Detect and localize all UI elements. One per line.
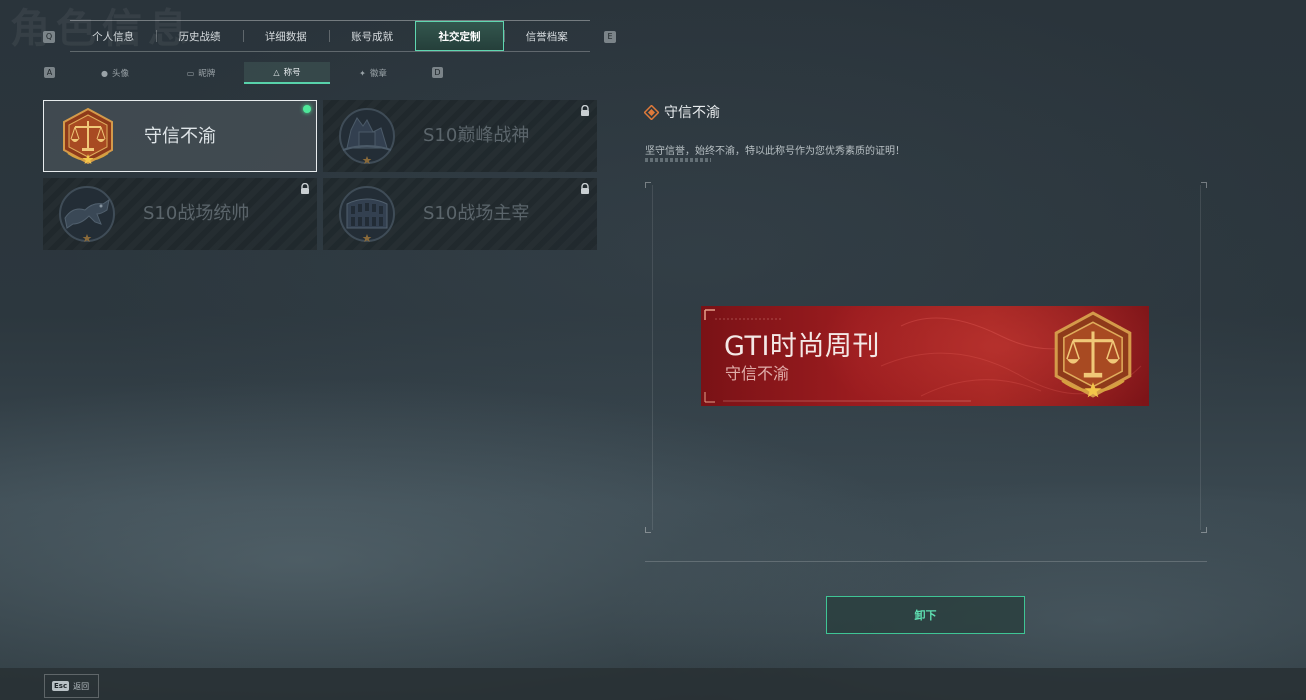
- title-diamond-icon: [644, 104, 659, 120]
- preview-frame-right: [1200, 185, 1201, 530]
- subtab-title[interactable]: △ 称号: [244, 62, 330, 84]
- tab-reputation[interactable]: 信誉档案: [503, 21, 590, 51]
- unequip-button[interactable]: 卸下: [826, 596, 1025, 634]
- badge-icon: ✦: [359, 68, 366, 78]
- subtab-badge-label: 徽章: [369, 69, 387, 79]
- preview-frame-left: [652, 185, 653, 530]
- esc-key-icon: Esc: [52, 681, 70, 691]
- title-card-s10-dominator[interactable]: S10战场主宰: [323, 178, 597, 250]
- tab-achievements[interactable]: 账号成就: [328, 21, 415, 51]
- title-card-label: 守信不渝: [144, 126, 216, 147]
- next-subtab-key-hint[interactable]: D: [432, 67, 443, 78]
- description-divider: [645, 158, 711, 162]
- preview-frame-bottom: [645, 561, 1207, 562]
- title-card-label: S10巅峰战神: [423, 125, 530, 146]
- tab-match-history[interactable]: 历史战绩: [156, 21, 242, 51]
- subtab-title-label: 称号: [283, 68, 301, 78]
- next-tab-key-hint[interactable]: E: [604, 31, 616, 43]
- tab-personal-info[interactable]: 个人信息: [70, 21, 156, 51]
- subtab-nameplate-label: 昵牌: [198, 69, 216, 79]
- colosseum-emblem-icon: [339, 186, 395, 242]
- nameplate-icon: ▭: [186, 68, 195, 78]
- frame-corner: [1201, 182, 1207, 188]
- title-card-s10-peak-warrior[interactable]: S10巅峰战神: [323, 100, 597, 172]
- title-card-s10-commander[interactable]: S10战场统帅: [43, 178, 317, 250]
- lock-icon: [581, 183, 589, 194]
- banner-title-text: 守信不渝: [725, 364, 790, 383]
- detail-title-text: 守信不渝: [664, 105, 720, 121]
- leopard-emblem-icon: [59, 186, 115, 242]
- prev-subtab-key-hint[interactable]: A: [44, 67, 55, 78]
- back-label: 返回: [73, 681, 90, 691]
- lock-icon: [581, 105, 589, 116]
- detail-description: 坚守信誉，始终不渝，特以此称号作为您优秀素质的证明！: [645, 146, 905, 157]
- title-card-label: S10战场主宰: [423, 203, 530, 224]
- lock-icon: [301, 183, 309, 194]
- frame-corner: [1201, 527, 1207, 533]
- tab-detailed-stats[interactable]: 详细数据: [242, 21, 329, 51]
- scales-emblem-icon: [1054, 311, 1132, 398]
- prev-tab-key-hint[interactable]: Q: [43, 31, 55, 43]
- frame-corner: [645, 182, 651, 188]
- scales-emblem-icon: [63, 107, 113, 165]
- subtab-badge[interactable]: ✦ 徽章: [330, 62, 416, 84]
- title-card-label: S10战场统帅: [143, 203, 250, 224]
- detail-title: 守信不渝: [644, 102, 720, 122]
- bottom-bar: [0, 668, 1306, 700]
- tab-social-customization[interactable]: 社交定制: [415, 21, 504, 51]
- equipped-indicator-dot: [303, 105, 311, 113]
- frame-corner: [645, 527, 651, 533]
- subtab-bar: ● 头像 ▭ 昵牌 △ 称号 ✦ 徽章: [72, 62, 416, 84]
- subtab-nameplate[interactable]: ▭ 昵牌: [158, 62, 244, 84]
- title-card-shouxinbuyu[interactable]: 守信不渝: [43, 100, 317, 172]
- back-button[interactable]: Esc 返回: [44, 674, 99, 698]
- banner-player-name: GTI时尚周刊: [724, 331, 880, 362]
- subtab-avatar-label: 头像: [111, 69, 129, 79]
- main-tab-bar: 个人信息 历史战绩 详细数据 账号成就 社交定制 信誉档案: [70, 20, 590, 52]
- subtab-avatar[interactable]: ● 头像: [72, 62, 158, 84]
- person-icon: ●: [101, 68, 108, 78]
- wave-building-emblem-icon: [339, 108, 395, 164]
- title-triangle-icon: △: [273, 67, 280, 77]
- title-banner-preview: GTI时尚周刊 守信不渝: [701, 306, 1149, 406]
